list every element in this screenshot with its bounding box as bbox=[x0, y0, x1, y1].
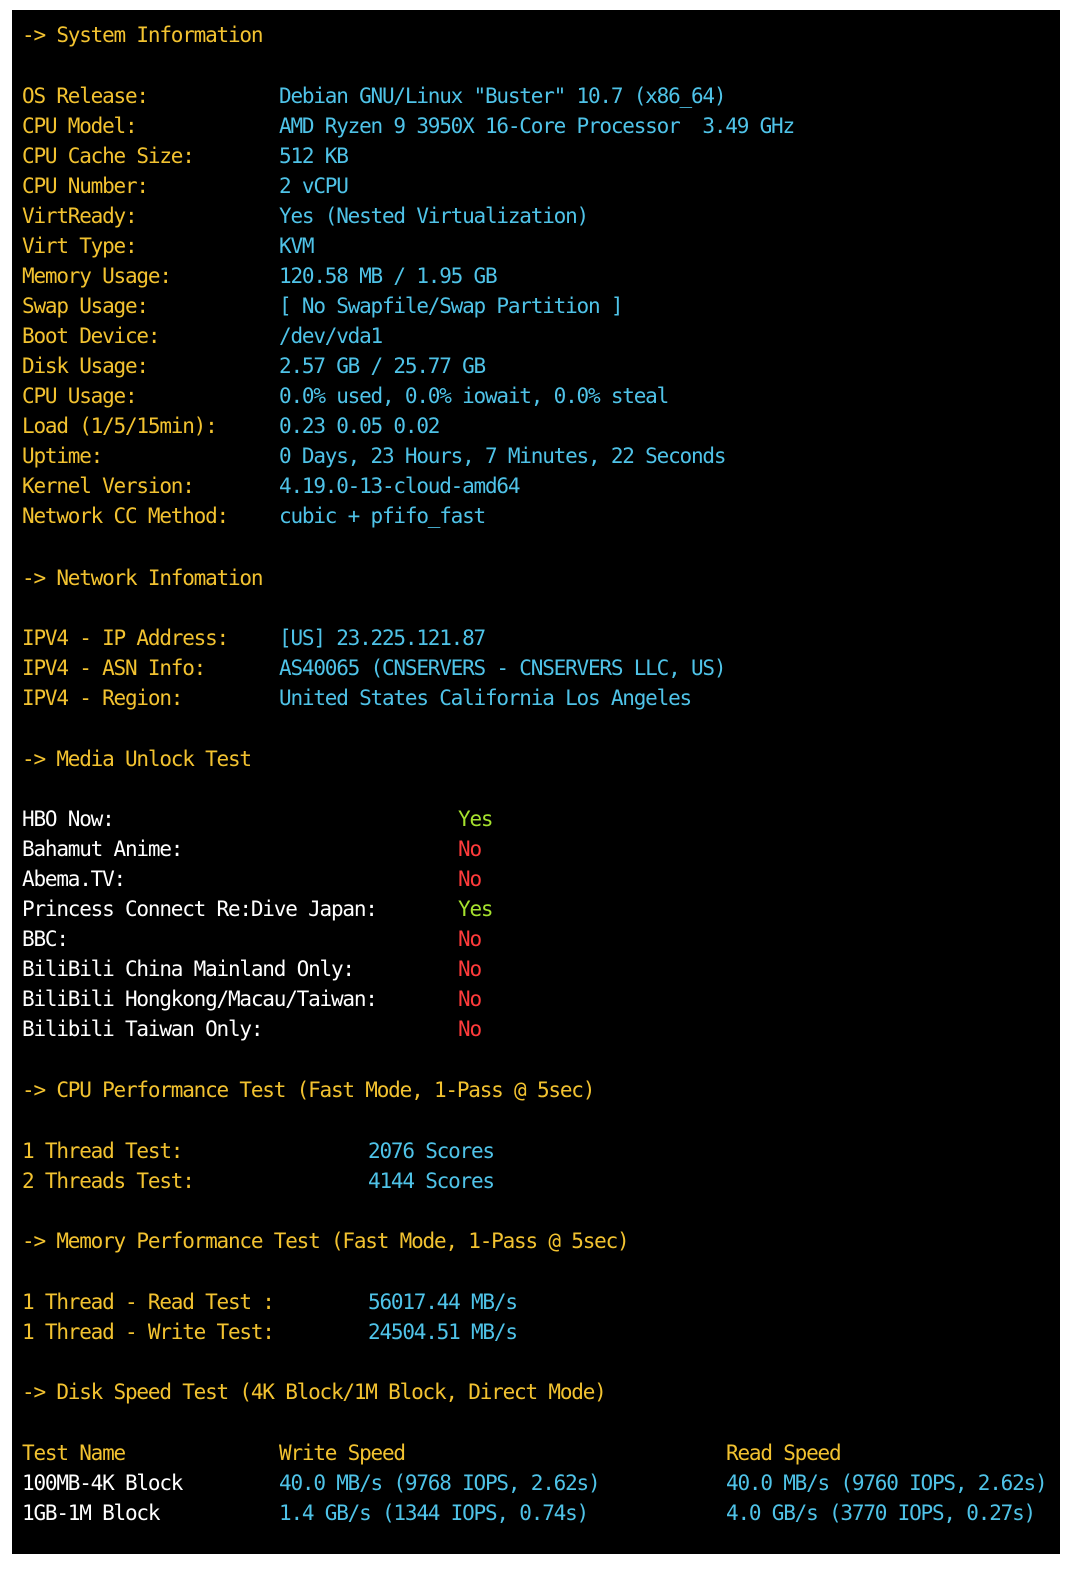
info-value: Debian GNU/Linux "Buster" 10.7 (x86_64) bbox=[279, 84, 726, 108]
media-label: BiliBili China Mainland Only: bbox=[22, 957, 355, 981]
disk-read-speed: 4.0 GB/s (3770 IOPS, 0.27s) bbox=[726, 1501, 1036, 1525]
disk-header-read: Read Speed bbox=[726, 1441, 842, 1465]
info-label: CPU Usage: bbox=[22, 384, 138, 408]
info-label: Network CC Method: bbox=[22, 504, 229, 528]
info-label: VirtReady: bbox=[22, 204, 138, 228]
info-label: Swap Usage: bbox=[22, 294, 149, 318]
info-value: [ No Swapfile/Swap Partition ] bbox=[279, 294, 623, 318]
section-header-network: -> Network Infomation bbox=[22, 566, 264, 590]
disk-header-name: Test Name bbox=[22, 1441, 126, 1465]
info-value: 120.58 MB / 1.95 GB bbox=[279, 264, 498, 288]
media-label: Bilibili Taiwan Only: bbox=[22, 1017, 264, 1041]
cpu-label: 1 Thread Test: bbox=[22, 1139, 183, 1163]
media-label: HBO Now: bbox=[22, 807, 115, 831]
info-label: Memory Usage: bbox=[22, 264, 172, 288]
info-value: Yes (Nested Virtualization) bbox=[279, 204, 589, 228]
section-header-media: -> Media Unlock Test bbox=[22, 747, 252, 771]
cpu-value: 4144 Scores bbox=[368, 1169, 495, 1193]
memory-value: 56017.44 MB/s bbox=[368, 1290, 518, 1314]
network-label: IPV4 - Region: bbox=[22, 686, 183, 710]
info-label: CPU Cache Size: bbox=[22, 144, 195, 168]
info-label: Uptime: bbox=[22, 444, 103, 468]
info-value: /dev/vda1 bbox=[279, 324, 383, 348]
info-value: cubic + pfifo_fast bbox=[279, 504, 486, 528]
terminal-window: -> System Information OS Release: Debian … bbox=[12, 10, 1060, 1554]
info-label: Virt Type: bbox=[22, 234, 138, 258]
disk-test-name: 100MB-4K Block bbox=[22, 1471, 183, 1495]
media-status: Yes bbox=[458, 807, 494, 831]
network-label: IPV4 - IP Address: bbox=[22, 626, 229, 650]
info-label: Disk Usage: bbox=[22, 354, 149, 378]
info-value: 2 vCPU bbox=[279, 174, 349, 198]
memory-value: 24504.51 MB/s bbox=[368, 1320, 518, 1344]
disk-test-name: 1GB-1M Block bbox=[22, 1501, 161, 1525]
media-status: No bbox=[458, 957, 482, 981]
section-header-cpu: -> CPU Performance Test (Fast Mode, 1-Pa… bbox=[22, 1078, 595, 1102]
media-status: No bbox=[458, 867, 482, 891]
media-label: Abema.TV: bbox=[22, 867, 126, 891]
media-label: BBC: bbox=[22, 927, 69, 951]
disk-write-speed: 40.0 MB/s (9768 IOPS, 2.62s) bbox=[279, 1471, 601, 1495]
info-label: CPU Model: bbox=[22, 114, 138, 138]
info-value: 0 Days, 23 Hours, 7 Minutes, 22 Seconds bbox=[279, 444, 726, 468]
info-value: 0.23 0.05 0.02 bbox=[279, 414, 440, 438]
section-header-memory: -> Memory Performance Test (Fast Mode, 1… bbox=[22, 1229, 630, 1253]
network-value: AS40065 (CNSERVERS - CNSERVERS LLC, US) bbox=[279, 656, 726, 680]
info-value: KVM bbox=[279, 234, 315, 258]
section-header-system: -> System Information bbox=[22, 23, 264, 47]
media-label: Princess Connect Re:Dive Japan: bbox=[22, 897, 378, 921]
info-value: 512 KB bbox=[279, 144, 349, 168]
info-value: AMD Ryzen 9 3950X 16-Core Processor 3.49… bbox=[279, 114, 795, 138]
cpu-value: 2076 Scores bbox=[368, 1139, 495, 1163]
section-header-disk: -> Disk Speed Test (4K Block/1M Block, D… bbox=[22, 1380, 607, 1404]
info-label: Boot Device: bbox=[22, 324, 161, 348]
media-status: Yes bbox=[458, 897, 494, 921]
info-label: OS Release: bbox=[22, 84, 149, 108]
memory-label: 1 Thread - Write Test: bbox=[22, 1320, 275, 1344]
info-label: CPU Number: bbox=[22, 174, 149, 198]
disk-read-speed: 40.0 MB/s (9760 IOPS, 2.62s) bbox=[726, 1471, 1048, 1495]
info-label: Load (1/5/15min): bbox=[22, 414, 218, 438]
cpu-label: 2 Threads Test: bbox=[22, 1169, 195, 1193]
disk-write-speed: 1.4 GB/s (1344 IOPS, 0.74s) bbox=[279, 1501, 589, 1525]
info-value: 0.0% used, 0.0% iowait, 0.0% steal bbox=[279, 384, 669, 408]
media-status: No bbox=[458, 837, 482, 861]
info-value: 4.19.0-13-cloud-amd64 bbox=[279, 474, 521, 498]
info-value: 2.57 GB / 25.77 GB bbox=[279, 354, 486, 378]
memory-label: 1 Thread - Read Test : bbox=[22, 1290, 275, 1314]
disk-header-write: Write Speed bbox=[279, 1441, 406, 1465]
media-status: No bbox=[458, 987, 482, 1011]
network-label: IPV4 - ASN Info: bbox=[22, 656, 206, 680]
media-label: BiliBili Hongkong/Macau/Taiwan: bbox=[22, 987, 378, 1011]
info-label: Kernel Version: bbox=[22, 474, 195, 498]
network-value: [US] 23.225.121.87 bbox=[279, 626, 486, 650]
media-label: Bahamut Anime: bbox=[22, 837, 183, 861]
network-value: United States California Los Angeles bbox=[279, 686, 692, 710]
media-status: No bbox=[458, 927, 482, 951]
media-status: No bbox=[458, 1017, 482, 1041]
